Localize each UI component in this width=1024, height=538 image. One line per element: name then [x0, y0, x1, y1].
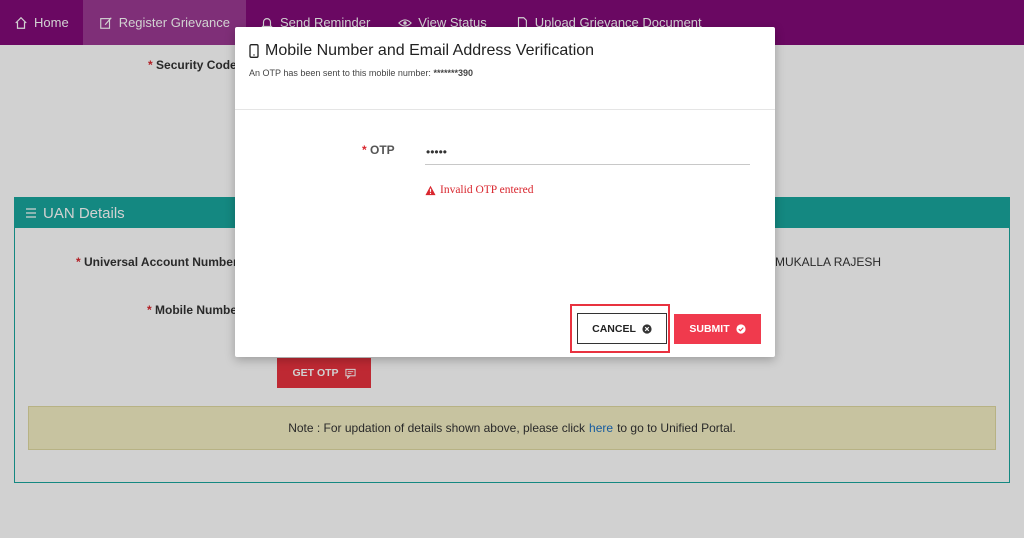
- modal-header: Mobile Number and Email Address Verifica…: [235, 27, 775, 110]
- otp-label: * OTP: [362, 143, 395, 157]
- otp-input[interactable]: [425, 139, 750, 165]
- check-circle-icon: [736, 324, 746, 334]
- mobile-phone-icon: [249, 44, 259, 58]
- modal-title: Mobile Number and Email Address Verifica…: [249, 42, 775, 60]
- modal-title-text: Mobile Number and Email Address Verifica…: [265, 42, 595, 59]
- warning-icon: [425, 185, 436, 195]
- cancel-label: CANCEL: [592, 322, 636, 335]
- otp-error-message: Invalid OTP entered: [425, 184, 533, 196]
- submit-label: SUBMIT: [689, 323, 730, 335]
- submit-button[interactable]: SUBMIT: [674, 314, 761, 344]
- cancel-button[interactable]: CANCEL: [577, 313, 667, 344]
- otp-sent-message: An OTP has been sent to this mobile numb…: [249, 68, 473, 78]
- close-circle-icon: [642, 323, 652, 334]
- otp-verification-modal: Mobile Number and Email Address Verifica…: [235, 27, 775, 357]
- masked-mobile-number: *******390: [433, 68, 473, 78]
